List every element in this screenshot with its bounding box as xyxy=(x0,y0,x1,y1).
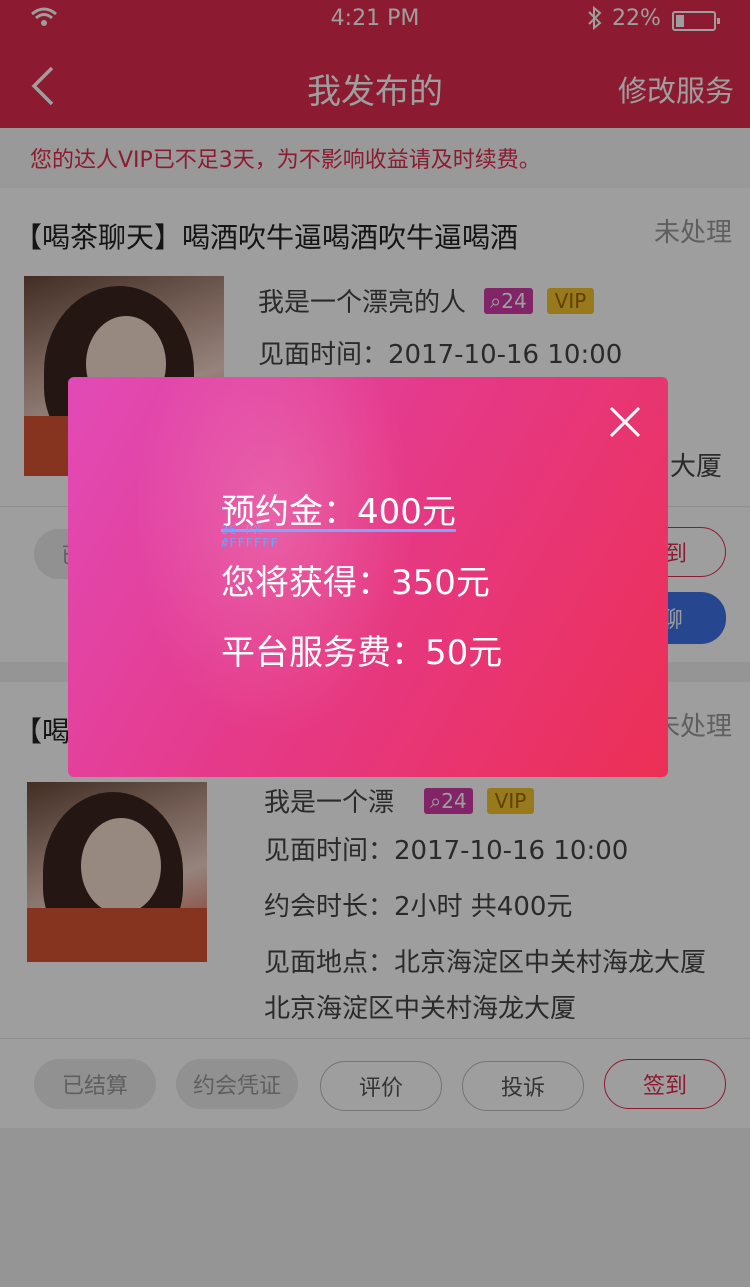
platform-fee-line: 平台服务费：50元 xyxy=(221,633,503,673)
close-icon xyxy=(609,406,641,438)
close-button[interactable] xyxy=(608,405,642,439)
spec-font-color: #FFFFFF xyxy=(221,536,279,550)
deposit-value: ：400元 xyxy=(323,492,456,532)
earnings-line: 您将获得：350元 xyxy=(221,563,490,603)
fee-breakdown-modal: 预约金：400元 36 PX #FFFFFF 您将获得：350元 平台服务费：5… xyxy=(68,377,668,777)
spec-font-size: 36 PX xyxy=(221,523,263,537)
